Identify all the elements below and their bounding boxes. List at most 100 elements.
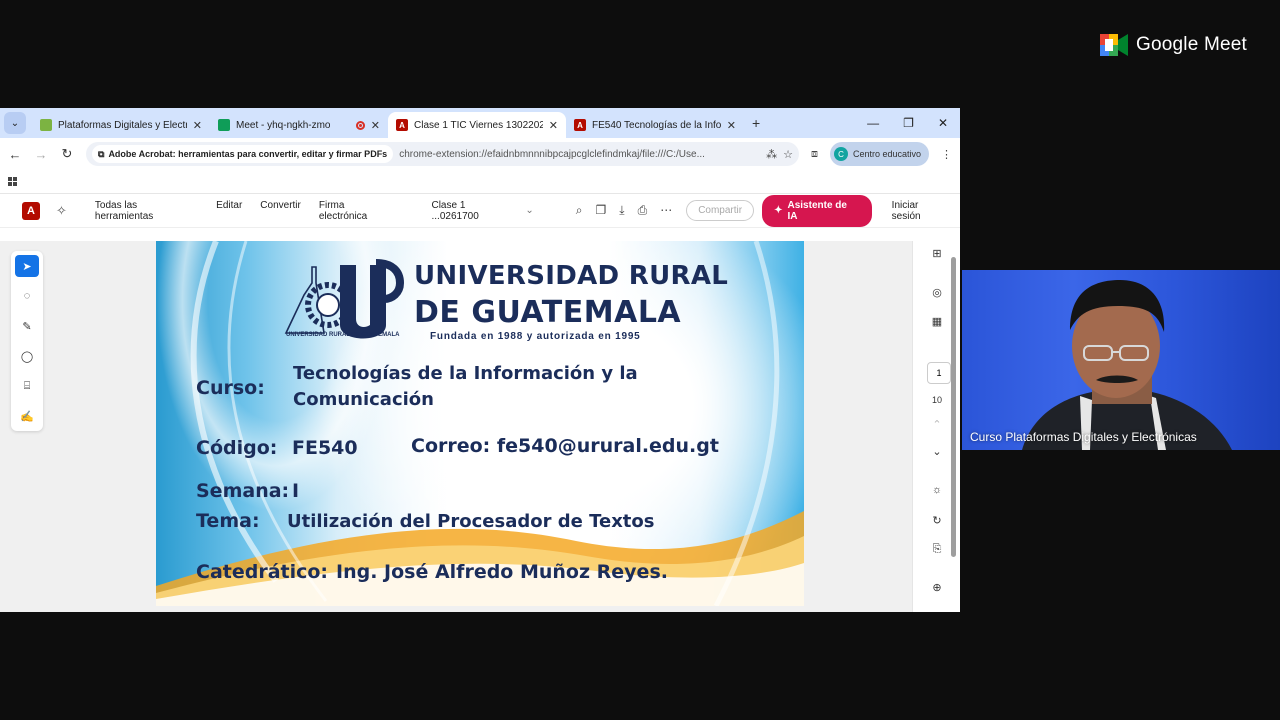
tab-label: Clase 1 TIC Viernes 130220261700 bbox=[414, 119, 543, 131]
participant-video-feed bbox=[1022, 280, 1232, 450]
back-arrow-icon[interactable]: ← bbox=[8, 147, 22, 162]
rotate-icon[interactable]: ↻ bbox=[925, 514, 949, 527]
tab-label: Plataformas Digitales y Electrón bbox=[58, 119, 187, 131]
tab-clase-1[interactable]: A Clase 1 TIC Viernes 130220261700 ✕ bbox=[388, 112, 566, 138]
close-icon[interactable]: ✕ bbox=[193, 119, 202, 132]
menu-all-tools[interactable]: Todas las herramientas bbox=[95, 200, 198, 222]
zoom-in-icon[interactable]: ⊕ bbox=[925, 581, 949, 594]
comment-icon[interactable]: ◌ bbox=[15, 285, 39, 307]
tema-value: Utilización del Procesador de Textos bbox=[287, 511, 655, 532]
tab-label: Meet - yhq-ngkh-zmo bbox=[236, 119, 331, 131]
forward-arrow-icon[interactable]: → bbox=[34, 147, 48, 162]
tab-meet[interactable]: Meet - yhq-ngkh-zmo ✕ bbox=[210, 112, 388, 138]
reload-icon[interactable]: ↻ bbox=[60, 146, 74, 162]
close-icon[interactable]: ✕ bbox=[549, 119, 558, 132]
catedratico-value: Ing. José Alfredo Muñoz Reyes. bbox=[336, 561, 668, 583]
participant-video-tile[interactable]: Curso Plataformas Digitales y Electrónic… bbox=[962, 270, 1280, 450]
menu-edit[interactable]: Editar bbox=[216, 200, 242, 222]
curso-label: Curso: bbox=[196, 377, 265, 399]
thumbnails-grid-icon[interactable]: ▦ bbox=[925, 315, 949, 328]
close-icon[interactable]: ✕ bbox=[727, 119, 736, 132]
close-window-icon[interactable]: ✕ bbox=[938, 116, 948, 130]
ai-tools-icon[interactable]: ✧ bbox=[56, 203, 67, 219]
select-cursor-icon[interactable]: ➤ bbox=[15, 255, 39, 277]
ai-assistant-label: Asistente de IA bbox=[787, 199, 847, 222]
chevron-down-icon[interactable]: ⌄ bbox=[925, 445, 949, 458]
tab-label: FE540 Tecnologías de la Informa bbox=[592, 119, 721, 131]
browser-toolbar: ← → ↻ ⧉ Adobe Acrobat: herramientas para… bbox=[0, 138, 960, 170]
university-tagline: Fundada en 1988 y autorizada en 1995 bbox=[430, 331, 641, 342]
profile-label: Centro educativo bbox=[852, 149, 921, 159]
star-icon[interactable]: ☆ bbox=[783, 148, 793, 161]
restore-icon[interactable]: ❐ bbox=[903, 116, 914, 130]
tab-plataformas[interactable]: Plataformas Digitales y Electrón ✕ bbox=[32, 112, 210, 138]
close-icon[interactable]: ✕ bbox=[371, 119, 380, 132]
rail-scrollbar[interactable] bbox=[951, 257, 956, 557]
browser-window: ⌄ Plataformas Digitales y Electrón ✕ Mee… bbox=[0, 108, 960, 612]
menu-convert[interactable]: Convertir bbox=[260, 200, 301, 222]
text-select-icon[interactable]: ⌸ bbox=[15, 375, 39, 397]
page-thumbnails-icon[interactable]: ❐ bbox=[596, 203, 607, 218]
pdf-workspace: ➤ ◌ ✎ ◯ ⌸ ✍ UNIVERSIDAD RURAL DE GUATEMA… bbox=[0, 241, 960, 612]
correo-text: Correo: fe540@urural.edu.gt bbox=[411, 435, 719, 457]
tab-fe540[interactable]: A FE540 Tecnologías de la Informa ✕ bbox=[566, 112, 744, 138]
semana-label: Semana: bbox=[196, 480, 290, 502]
share-button[interactable]: Compartir bbox=[686, 200, 755, 221]
highlight-pen-icon[interactable]: ✎ bbox=[15, 315, 39, 337]
menu-e-sign[interactable]: Firma electrónica bbox=[319, 200, 396, 222]
print-icon[interactable]: ⎙ bbox=[638, 203, 648, 218]
url-text[interactable]: chrome-extension://efaidnbmnnnibpcajpcgl… bbox=[399, 149, 760, 160]
tab-search-button[interactable]: ⌄ bbox=[4, 112, 26, 134]
site-info-chip[interactable]: ⧉ Adobe Acrobat: herramientas para conve… bbox=[92, 145, 394, 163]
more-vert-icon[interactable]: ⋮ bbox=[941, 148, 952, 161]
minimize-icon[interactable]: — bbox=[867, 116, 879, 130]
recording-icon bbox=[355, 120, 365, 130]
acrobat-toolbar: A ✧ Todas las herramientas Editar Conver… bbox=[0, 194, 960, 228]
sign-in-link[interactable]: Iniciar sesión bbox=[892, 200, 950, 222]
university-name-line1: UNIVERSIDAD RURAL bbox=[414, 261, 729, 291]
pdf-icon: A bbox=[396, 119, 408, 131]
university-seal-icon bbox=[284, 259, 404, 339]
extensions-puzzle-icon[interactable]: ⧈ bbox=[811, 148, 818, 161]
acrobat-menu: Todas las herramientas Editar Convertir … bbox=[95, 200, 396, 222]
catedratico-label: Catedrático: bbox=[196, 561, 329, 583]
current-page-input[interactable]: 1 bbox=[927, 362, 951, 384]
extension-icon: ⧉ bbox=[98, 148, 105, 159]
new-tab-button[interactable]: + bbox=[752, 115, 760, 131]
address-bar[interactable]: ⧉ Adobe Acrobat: herramientas para conve… bbox=[86, 142, 799, 166]
tab-strip: ⌄ Plataformas Digitales y Electrón ✕ Mee… bbox=[0, 108, 960, 138]
chevron-down-icon: ⌄ bbox=[10, 117, 20, 129]
profile-button[interactable]: C Centro educativo bbox=[829, 142, 929, 166]
document-name-dropdown[interactable]: Clase 1 ...0261700 ⌄ bbox=[431, 200, 533, 222]
acrobat-logo-icon[interactable]: A bbox=[22, 201, 40, 220]
comments-panel-icon[interactable]: ◎ bbox=[925, 286, 949, 299]
university-seal-caption: UNIVERSIDAD RURAL DE GUATEMALA bbox=[286, 332, 400, 338]
meet-icon bbox=[218, 119, 230, 131]
apps-grid-icon[interactable] bbox=[8, 177, 17, 186]
ai-assistant-button[interactable]: ✦ Asistente de IA bbox=[762, 194, 872, 227]
lasso-icon[interactable]: ◯ bbox=[15, 345, 39, 367]
participant-name: Curso Plataformas Digitales y Electrónic… bbox=[970, 430, 1197, 444]
brightness-icon[interactable]: ☼ bbox=[925, 484, 949, 496]
acrobat-quick-tools: ⌕ ❐ ⤓ ⎙ ⋯ bbox=[576, 203, 672, 218]
curso-value-line2: Comunicación bbox=[293, 389, 434, 410]
meet-camera-icon bbox=[1100, 34, 1128, 56]
curso-value-line1: Tecnologías de la Información y la bbox=[293, 363, 638, 384]
ai-summary-icon[interactable]: ⊞ bbox=[925, 247, 949, 260]
page-extract-icon[interactable]: ⎘ bbox=[925, 543, 949, 556]
codigo-value: FE540 bbox=[292, 437, 358, 459]
total-pages: 10 bbox=[931, 395, 942, 405]
search-icon[interactable]: ⌕ bbox=[576, 203, 583, 218]
google-meet-logo: Google Meet bbox=[1100, 34, 1247, 56]
translate-icon[interactable]: ⁂ bbox=[766, 148, 777, 161]
chevron-up-icon[interactable]: ⌃ bbox=[925, 418, 949, 431]
download-icon[interactable]: ⤓ bbox=[619, 203, 624, 218]
tema-label: Tema: bbox=[196, 510, 260, 532]
slides-icon bbox=[40, 119, 52, 131]
ai-chat-icon: ✦ bbox=[774, 205, 783, 216]
semana-value: I bbox=[292, 480, 300, 502]
sign-icon[interactable]: ✍ bbox=[15, 405, 39, 427]
pdf-page: UNIVERSIDAD RURAL DE GUATEMALA UNIVERSID… bbox=[156, 241, 804, 606]
more-horiz-icon[interactable]: ⋯ bbox=[660, 203, 672, 218]
chevron-down-icon: ⌄ bbox=[525, 205, 534, 216]
